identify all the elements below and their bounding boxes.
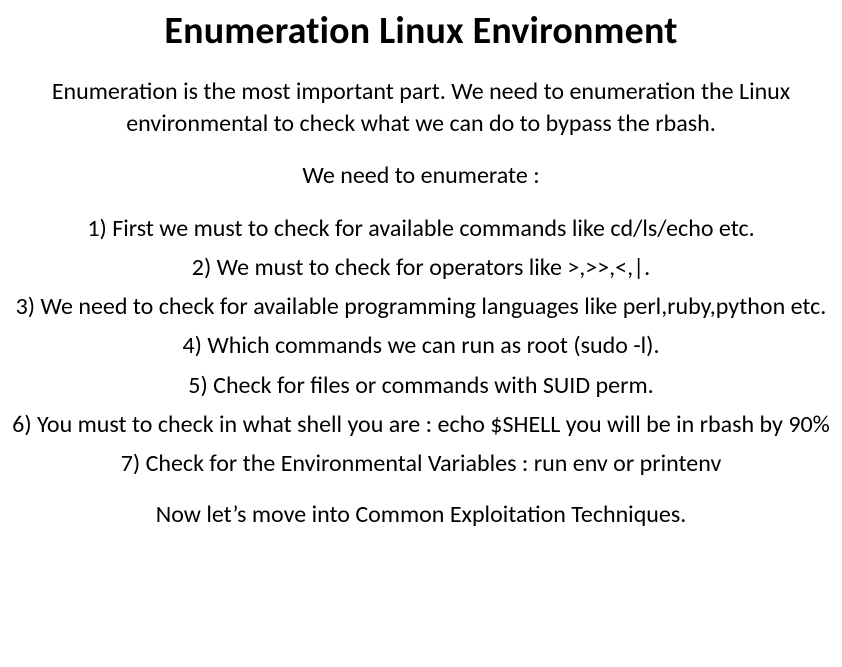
list-item: 2) We must to check for operators like >… [10, 249, 832, 286]
intro-paragraph: Enumeration is the most important part. … [10, 76, 832, 141]
footer-line: Now let’s move into Common Exploitation … [10, 500, 832, 529]
list-item: 7) Check for the Environmental Variables… [10, 445, 832, 482]
list-item: 6) You must to check in what shell you a… [10, 406, 832, 443]
list-item: 3) We need to check for available progra… [10, 288, 832, 325]
enumeration-list: 1) First we must to check for available … [10, 210, 832, 482]
list-item: 1) First we must to check for available … [10, 210, 832, 247]
list-item: 4) Which commands we can run as root (su… [10, 327, 832, 364]
document-page: Enumeration Linux Environment Enumeratio… [0, 0, 842, 667]
lead-line: We need to enumerate : [10, 161, 832, 190]
page-title: Enumeration Linux Environment [10, 8, 832, 54]
list-item: 5) Check for files or commands with SUID… [10, 367, 832, 404]
